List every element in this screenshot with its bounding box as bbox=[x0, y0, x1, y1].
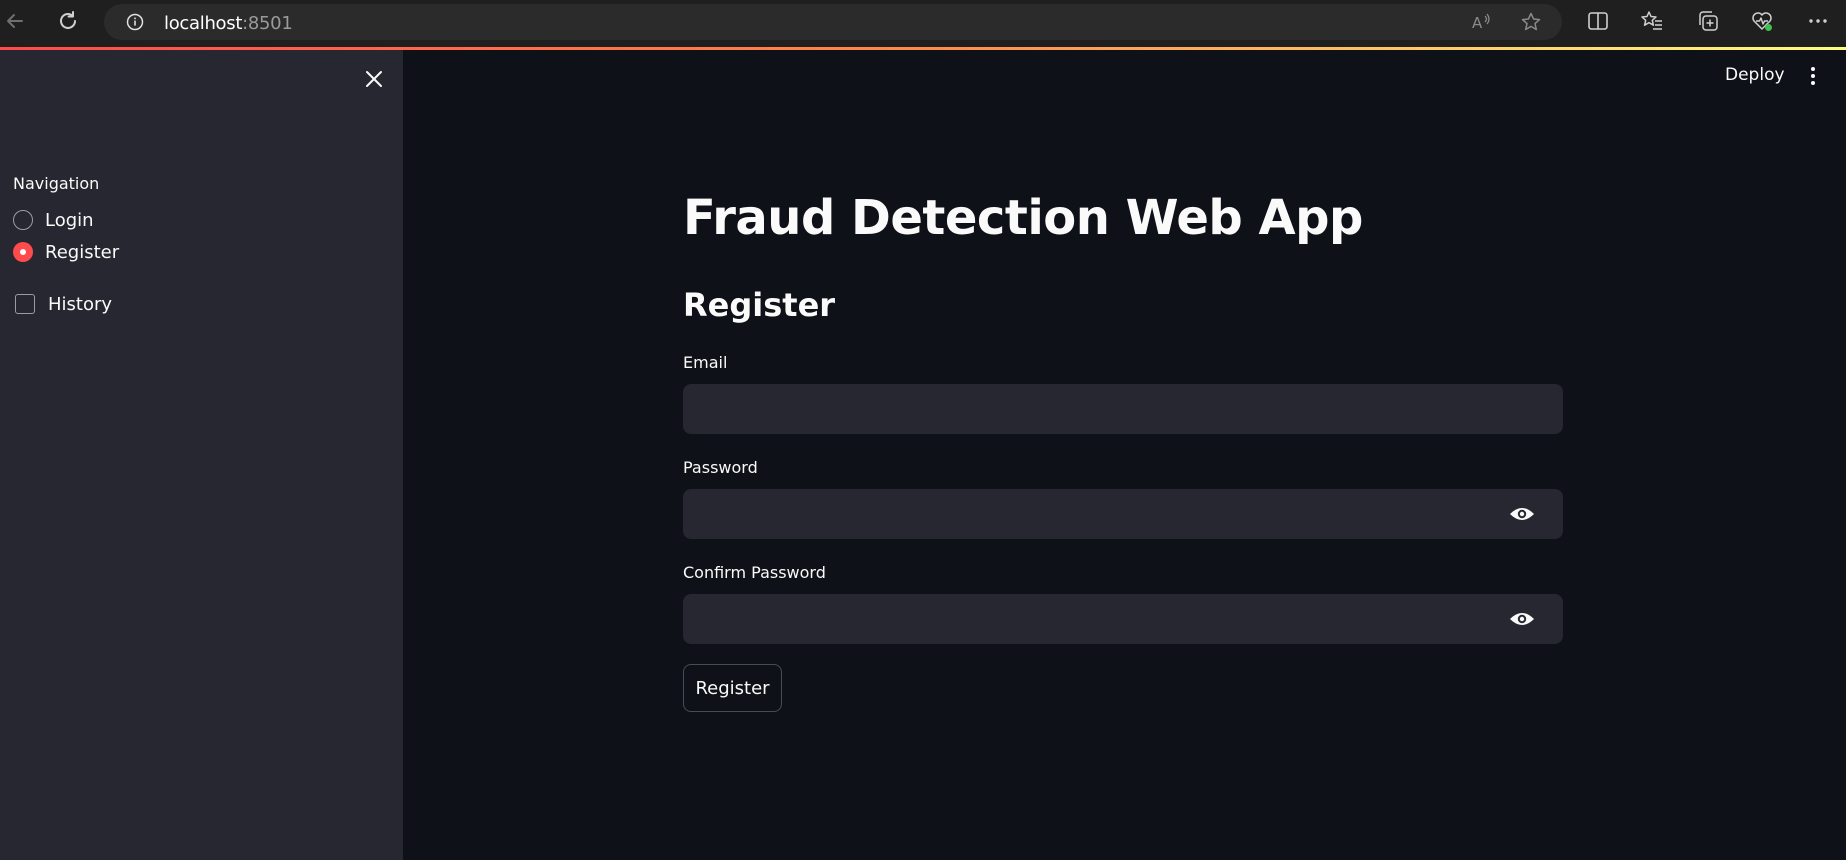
history-checkbox-label: History bbox=[48, 293, 113, 315]
main-content: Deploy Fraud Detection Web App Register … bbox=[403, 50, 1846, 860]
browser-toolbar: localhost:8501 A bbox=[0, 0, 1846, 47]
back-arrow-icon bbox=[7, 14, 23, 28]
radio-label-login: Login bbox=[45, 209, 94, 231]
favorites-icon[interactable] bbox=[1640, 9, 1664, 33]
register-button[interactable]: Register bbox=[683, 664, 782, 712]
read-aloud-icon[interactable]: A bbox=[1470, 11, 1492, 33]
svg-text:A: A bbox=[1472, 14, 1483, 32]
back-button[interactable] bbox=[2, 8, 28, 34]
favorite-star-icon[interactable] bbox=[1520, 11, 1542, 33]
navigation-heading: Navigation bbox=[13, 174, 100, 193]
main-menu-icon[interactable] bbox=[1803, 64, 1823, 88]
radio-button-register[interactable] bbox=[13, 242, 33, 262]
email-label: Email bbox=[683, 353, 728, 372]
password-input[interactable] bbox=[683, 489, 1563, 539]
confirm-password-input[interactable] bbox=[683, 594, 1563, 644]
history-checkbox[interactable] bbox=[15, 294, 35, 314]
site-info-icon[interactable] bbox=[126, 13, 144, 31]
url-port: :8501 bbox=[242, 13, 293, 34]
password-label: Password bbox=[683, 458, 758, 477]
close-sidebar-icon[interactable] bbox=[363, 68, 385, 90]
radio-option-register[interactable]: Register bbox=[13, 238, 119, 266]
browser-essentials-icon[interactable] bbox=[1750, 9, 1774, 33]
radio-label-register: Register bbox=[45, 241, 120, 263]
show-confirm-password-icon[interactable] bbox=[1509, 610, 1535, 628]
split-screen-icon[interactable] bbox=[1586, 9, 1610, 33]
url-text: localhost:8501 bbox=[164, 13, 293, 34]
email-input[interactable] bbox=[683, 384, 1563, 434]
confirm-password-label: Confirm Password bbox=[683, 563, 826, 582]
address-bar[interactable]: localhost:8501 A bbox=[104, 4, 1562, 40]
reload-button[interactable] bbox=[55, 8, 81, 34]
history-checkbox-row[interactable]: History bbox=[15, 289, 112, 319]
collections-icon[interactable] bbox=[1696, 9, 1720, 33]
url-host: localhost bbox=[164, 13, 243, 34]
page-title: Fraud Detection Web App bbox=[683, 190, 1363, 246]
radio-button-login[interactable] bbox=[13, 210, 33, 230]
reload-icon bbox=[60, 11, 76, 29]
show-password-icon[interactable] bbox=[1509, 505, 1535, 523]
deploy-button[interactable]: Deploy bbox=[1725, 65, 1785, 85]
form-heading: Register bbox=[683, 286, 836, 324]
more-options-icon[interactable] bbox=[1806, 9, 1830, 33]
sidebar: Navigation Login Register History bbox=[0, 50, 403, 860]
radio-option-login[interactable]: Login bbox=[13, 206, 94, 234]
